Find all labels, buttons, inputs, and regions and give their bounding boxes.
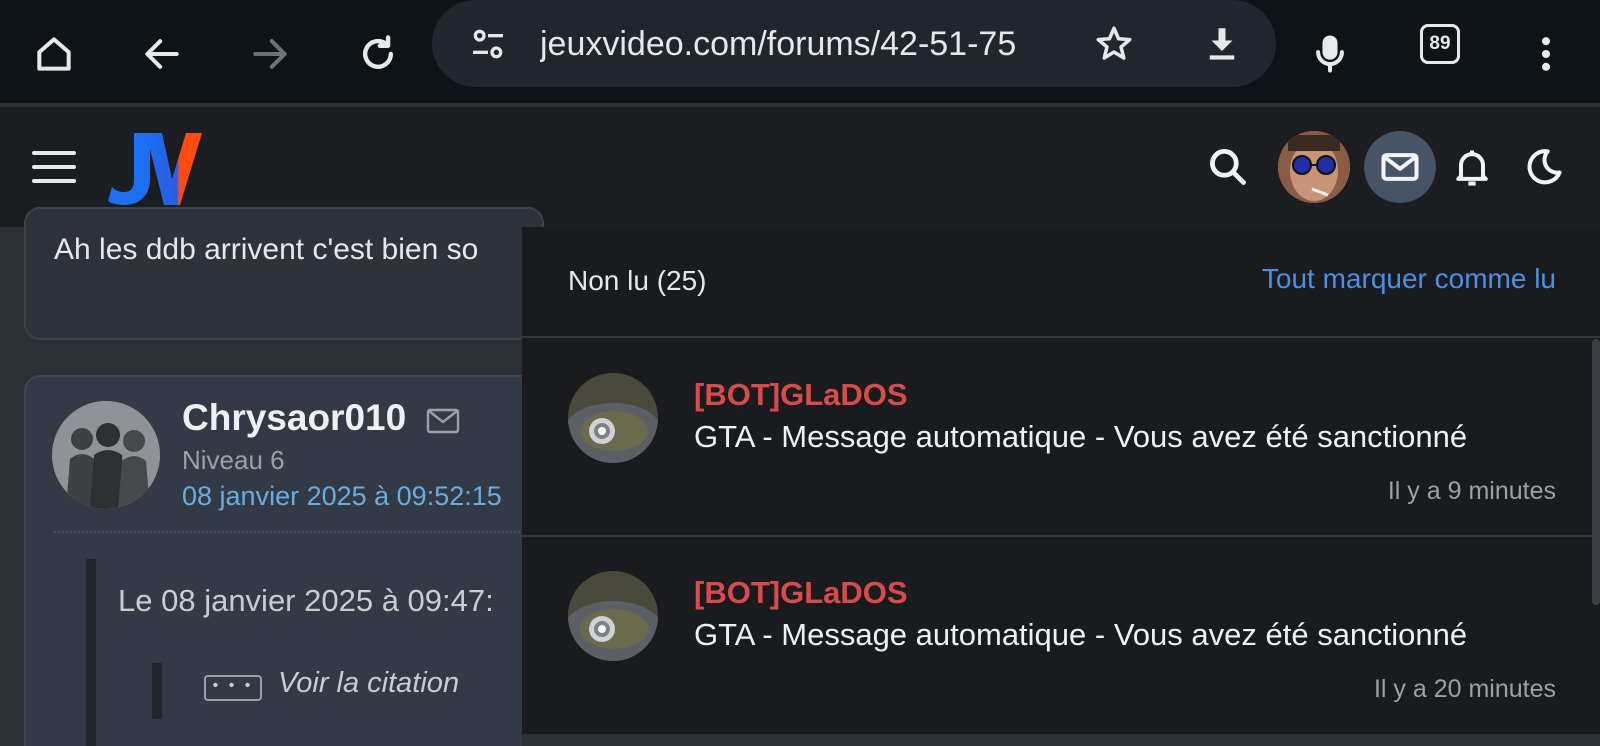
download-button[interactable] [1200,22,1244,66]
hamburger-line [32,151,76,155]
dropdown-header: Non lu (25) Tout marquer comme lu [522,227,1600,338]
bot-avatar-image [568,571,658,661]
user-avatar[interactable] [1278,131,1350,203]
message-time: Il y a 9 minutes [1387,477,1556,505]
send-message-icon[interactable] [426,407,460,435]
message-subject: GTA - Message automatique - Vous avez ét… [694,617,1468,652]
notifications-button[interactable] [1436,131,1508,203]
mic-icon [1316,35,1344,73]
message-item[interactable]: [BOT]GLaDOS GTA - Message automatique - … [522,339,1600,537]
user-avatar-image [1278,131,1350,203]
post-author-avatar[interactable] [52,401,160,509]
post-author-level: Niveau 6 [182,445,285,475]
site-logo[interactable] [106,129,206,209]
show-quote-link[interactable]: Voir la citation [278,667,459,700]
hamburger-line [32,179,76,183]
quote-border [86,559,96,746]
menu-button[interactable] [30,147,78,187]
bookmark-star-icon [1096,26,1132,60]
site-settings-icon [473,29,503,59]
forum-content: Ah les ddb arrivent c'est bien so Chrysa… [0,207,544,746]
sender-avatar [568,571,658,661]
back-icon [145,39,179,69]
jv-logo-icon [108,133,202,205]
messages-dropdown: Non lu (25) Tout marquer comme lu [BOT]G… [522,227,1600,746]
site-settings-button[interactable] [466,22,510,66]
hamburger-line [32,165,76,169]
tab-count: 89 [1429,33,1451,54]
back-button[interactable] [122,14,202,94]
search-button[interactable] [1192,131,1264,203]
bot-avatar-image [568,373,658,463]
quote-header: Le 08 janvier 2025 à 09:47: [118,583,494,618]
post-date-link[interactable]: 08 janvier 2025 à 09:52:15 [182,481,502,512]
bell-icon [1456,150,1488,186]
message-subject: GTA - Message automatique - Vous avez ét… [694,419,1468,454]
previous-post-card: Ah les ddb arrivent c'est bien so [24,207,544,340]
browser-toolbar: jeuxvideo.com/forums/42-51-75 89 [0,0,1600,105]
home-icon [37,37,71,71]
dropdown-bottom-edge [522,734,1600,746]
forward-button[interactable] [230,14,310,94]
bookmark-button[interactable] [1092,22,1136,66]
post-author-name[interactable]: Chrysaor010 [182,397,406,439]
url-text[interactable]: jeuxvideo.com/forums/42-51-75 [540,24,1036,64]
message-item[interactable]: [BOT]GLaDOS GTA - Message automatique - … [522,537,1600,735]
reload-button[interactable] [338,14,418,94]
post-card: Chrysaor010 Niveau 6 08 janvier 2025 à 0… [24,375,544,746]
post-divider [54,531,544,533]
download-icon [1209,28,1235,60]
message-sender: [BOT]GLaDOS [694,575,908,610]
search-icon [1210,149,1246,185]
messages-button[interactable] [1364,131,1436,203]
sender-avatar [568,373,658,463]
theme-toggle-button[interactable] [1508,131,1580,203]
reload-icon [362,35,394,69]
mark-all-read-link[interactable]: Tout marquer comme lu [1262,263,1556,295]
mail-icon [1381,153,1419,181]
address-bar[interactable]: jeuxvideo.com/forums/42-51-75 [432,0,1276,87]
nested-quote-border [152,663,162,719]
message-time: Il y a 20 minutes [1373,675,1556,703]
unread-count-label: Non lu (25) [568,265,707,296]
overflow-menu-button[interactable] [1506,14,1586,94]
dropdown-scrollbar[interactable] [1592,339,1600,605]
expand-quote-icon[interactable]: • • • [204,675,262,701]
home-button[interactable] [14,14,94,94]
previous-post-text: Ah les ddb arrivent c'est bien so [54,233,479,266]
overflow-menu-icon [1541,37,1551,71]
tab-switcher-button[interactable]: 89 [1420,24,1460,64]
forward-icon [253,39,287,69]
voice-search-button[interactable] [1290,14,1370,94]
message-sender: [BOT]GLaDOS [694,377,908,412]
post-avatar-image [52,401,160,509]
moon-icon [1527,149,1562,185]
